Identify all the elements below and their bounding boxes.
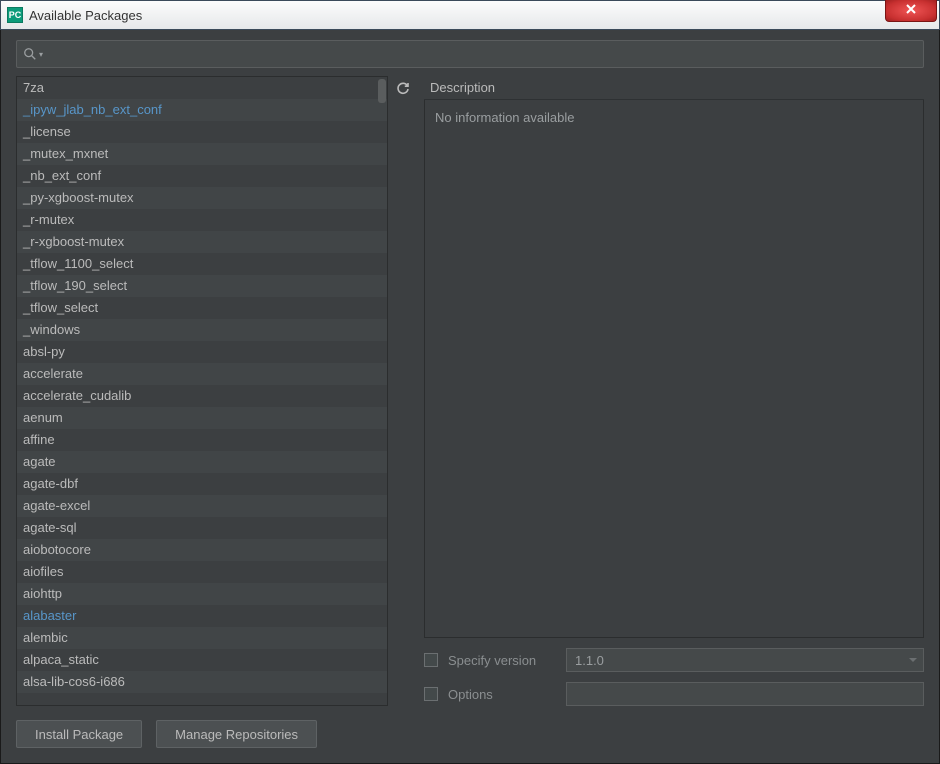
specify-version-row: Specify version 1.1.0 xyxy=(424,648,924,672)
manage-repositories-button[interactable]: Manage Repositories xyxy=(156,720,317,748)
scroll-thumb[interactable] xyxy=(378,79,386,103)
app-icon: PC xyxy=(7,7,23,23)
reload-icon xyxy=(395,80,411,99)
specify-version-label: Specify version xyxy=(448,653,556,668)
list-item[interactable]: _windows xyxy=(17,319,387,341)
list-item[interactable]: aiofiles xyxy=(17,561,387,583)
right-column: Description No information available Spe… xyxy=(424,76,924,706)
scrollbar[interactable] xyxy=(377,77,387,705)
list-item[interactable]: aiobotocore xyxy=(17,539,387,561)
search-input[interactable]: ▾ xyxy=(16,40,924,68)
specify-version-checkbox[interactable] xyxy=(424,653,438,667)
list-item[interactable]: _tflow_1100_select xyxy=(17,253,387,275)
list-item[interactable]: agate xyxy=(17,451,387,473)
search-icon xyxy=(23,47,37,61)
options-row: Options xyxy=(424,682,924,706)
install-package-button[interactable]: Install Package xyxy=(16,720,142,748)
main-area: 7za_ipyw_jlab_nb_ext_conf_license_mutex_… xyxy=(16,76,924,706)
list-item[interactable]: _license xyxy=(17,121,387,143)
list-item[interactable]: 7za xyxy=(17,77,387,99)
window-title: Available Packages xyxy=(29,8,142,23)
list-item[interactable]: agate-dbf xyxy=(17,473,387,495)
package-list-container: 7za_ipyw_jlab_nb_ext_conf_license_mutex_… xyxy=(16,76,388,706)
list-item[interactable]: _tflow_190_select xyxy=(17,275,387,297)
version-value: 1.1.0 xyxy=(575,653,604,668)
version-select[interactable]: 1.1.0 xyxy=(566,648,924,672)
list-item[interactable]: _r-xgboost-mutex xyxy=(17,231,387,253)
window-body: ▾ 7za_ipyw_jlab_nb_ext_conf_license_mute… xyxy=(0,30,940,764)
bottom-controls: Specify version 1.1.0 Options xyxy=(424,648,924,706)
list-item[interactable]: _r-mutex xyxy=(17,209,387,231)
window-titlebar: PC Available Packages xyxy=(0,0,940,30)
list-item[interactable]: _mutex_mxnet xyxy=(17,143,387,165)
reload-button[interactable] xyxy=(392,78,414,100)
chevron-down-icon: ▾ xyxy=(39,50,43,59)
list-item[interactable]: absl-py xyxy=(17,341,387,363)
list-item[interactable]: _tflow_select xyxy=(17,297,387,319)
footer-buttons: Install Package Manage Repositories xyxy=(16,720,924,748)
options-input[interactable] xyxy=(566,682,924,706)
package-list[interactable]: 7za_ipyw_jlab_nb_ext_conf_license_mutex_… xyxy=(17,77,387,705)
list-item[interactable]: aiohttp xyxy=(17,583,387,605)
list-item[interactable]: accelerate_cudalib xyxy=(17,385,387,407)
reload-column xyxy=(392,76,416,706)
options-checkbox[interactable] xyxy=(424,687,438,701)
list-item[interactable]: agate-excel xyxy=(17,495,387,517)
list-item[interactable]: _py-xgboost-mutex xyxy=(17,187,387,209)
list-item[interactable]: agate-sql xyxy=(17,517,387,539)
left-column: 7za_ipyw_jlab_nb_ext_conf_license_mutex_… xyxy=(16,76,416,706)
list-item[interactable]: aenum xyxy=(17,407,387,429)
options-label: Options xyxy=(448,687,556,702)
list-item[interactable]: affine xyxy=(17,429,387,451)
close-icon xyxy=(904,3,918,18)
list-item[interactable]: _nb_ext_conf xyxy=(17,165,387,187)
description-body: No information available xyxy=(424,100,924,638)
list-item[interactable]: alpaca_static xyxy=(17,649,387,671)
close-button[interactable] xyxy=(885,0,937,22)
list-item[interactable]: alembic xyxy=(17,627,387,649)
list-item[interactable]: accelerate xyxy=(17,363,387,385)
list-item[interactable]: alsa-lib-cos6-i686 xyxy=(17,671,387,693)
description-header: Description xyxy=(424,76,924,100)
list-item[interactable]: alabaster xyxy=(17,605,387,627)
chevron-down-icon xyxy=(909,658,917,662)
list-item[interactable]: _ipyw_jlab_nb_ext_conf xyxy=(17,99,387,121)
